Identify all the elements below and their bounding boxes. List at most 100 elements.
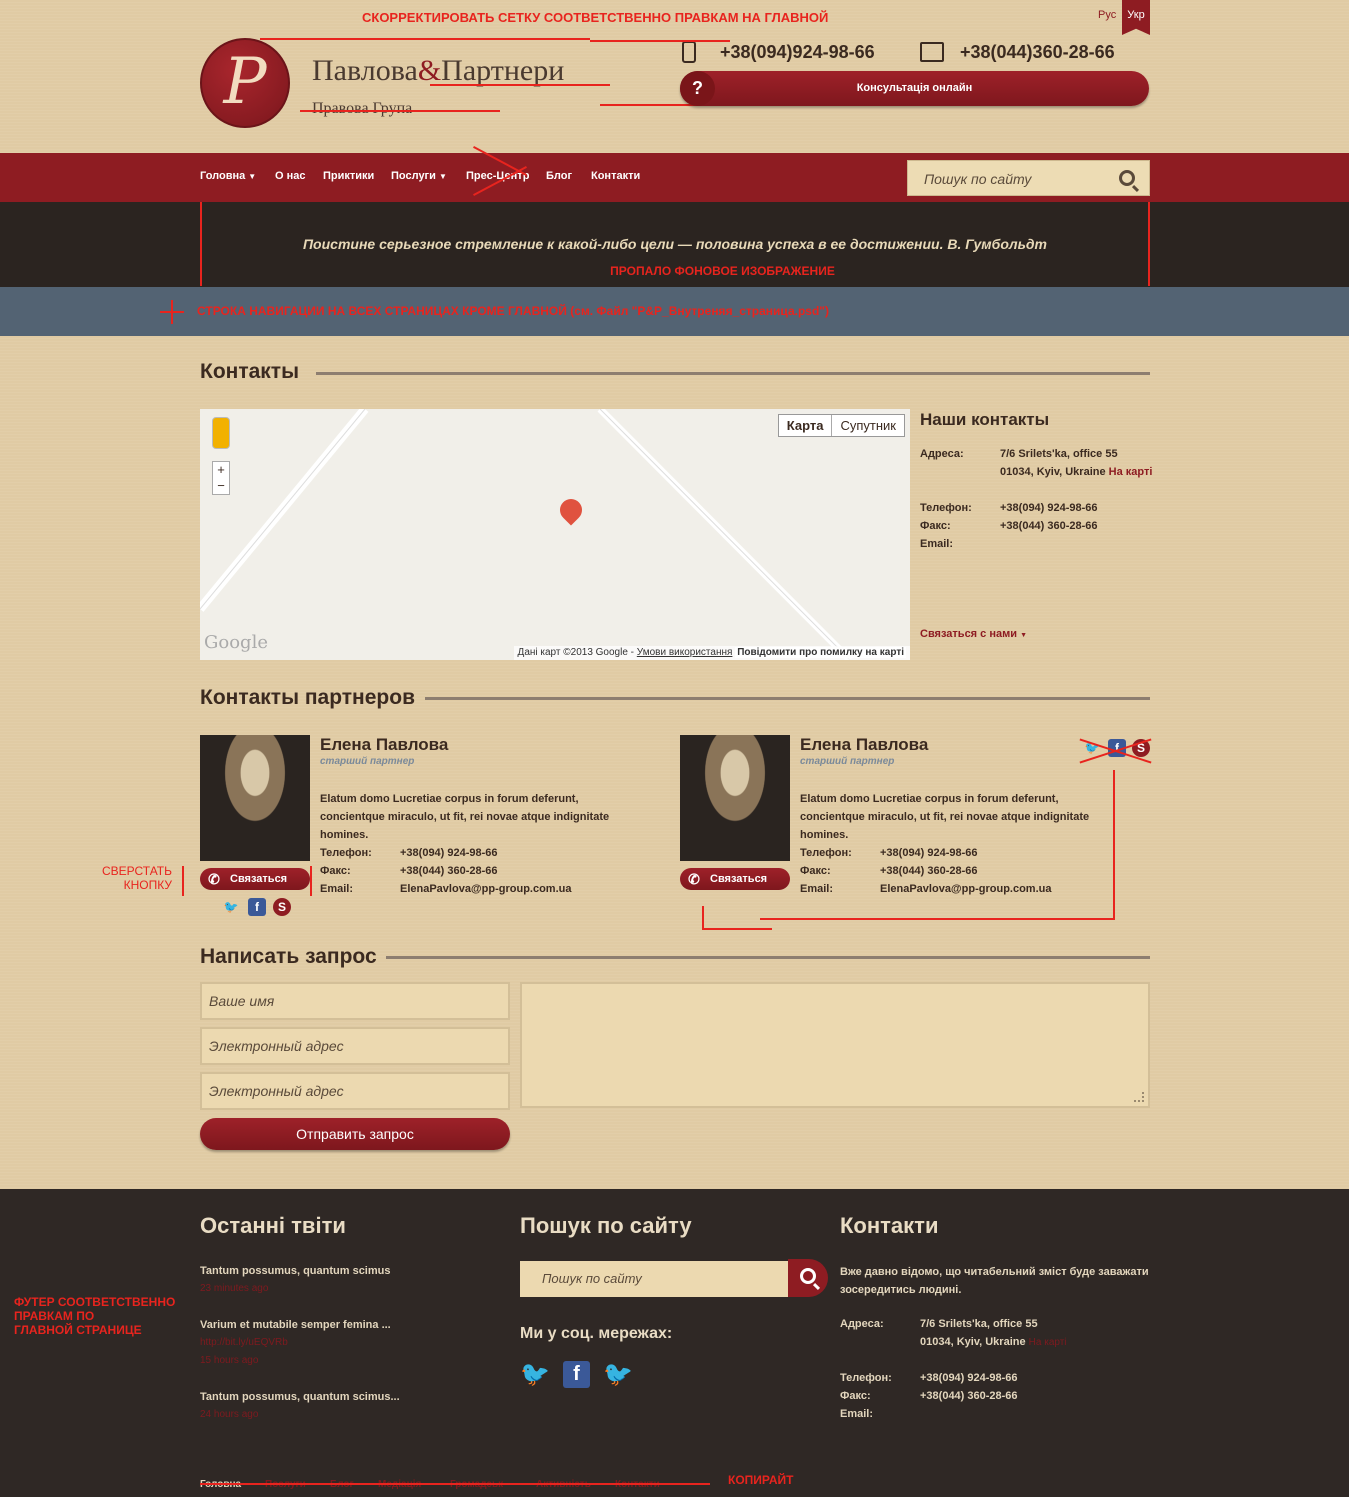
annotation-line: [300, 110, 500, 112]
caret-down-icon: ▼: [1020, 632, 1027, 639]
map-terms-link[interactable]: Умови використання: [637, 647, 733, 658]
brand-name-right: Партнери: [441, 54, 565, 87]
name-input[interactable]: Ваше имя: [200, 982, 510, 1020]
facebook-icon[interactable]: f: [563, 1361, 590, 1388]
footer-contacts-title: Контакти: [840, 1213, 939, 1238]
nav-contacts[interactable]: Контакти: [591, 170, 640, 182]
nav-services[interactable]: Послуги ▼: [391, 170, 447, 182]
footer-search-input[interactable]: Пошук по сайту: [520, 1261, 790, 1297]
email2-input[interactable]: Электронный адрес: [200, 1072, 510, 1110]
address-line2-text: 01034, Kyiv, Ukraine: [1000, 466, 1106, 478]
map-tab-satellite[interactable]: Супутник: [832, 415, 904, 436]
partner-phone-label: Телефон:: [320, 847, 372, 859]
annotation-copyright: КОПИРАЙТ: [728, 1473, 794, 1487]
footer-fax-value: +38(044) 360-28-66: [920, 1390, 1018, 1402]
partner-phone: +38(094) 924-98-66: [880, 847, 978, 859]
annotation-build-button: СВЕРСТАТЬ КНОПКУ: [101, 864, 172, 892]
partner-fax: +38(044) 360-28-66: [400, 865, 498, 877]
zoom-control[interactable]: + −: [212, 461, 230, 495]
map-footer: Дані карт ©2013 Google - Умови використа…: [513, 646, 910, 660]
partner-description: Elatum domo Lucretiae corpus in forum de…: [800, 793, 1090, 841]
map-type-switch[interactable]: Карта Супутник: [777, 414, 905, 437]
map-report-link[interactable]: Повідомити про помилку на карті: [735, 647, 906, 658]
annotation-box: [182, 866, 312, 896]
nav-blog[interactable]: Блог: [546, 170, 572, 182]
tweet-text[interactable]: Tantum possumus, quantum scimus: [200, 1265, 391, 1277]
header-phone-office[interactable]: +38(044)360-28-66: [960, 42, 1115, 63]
tweet-text[interactable]: Tantum possumus, quantum scimus...: [200, 1391, 400, 1403]
annotation-box: [702, 906, 772, 930]
search-icon[interactable]: [1119, 170, 1135, 186]
annotation-line: [590, 40, 730, 42]
partner-role: старший партнер: [800, 756, 895, 767]
lang-ukr-link[interactable]: Укр: [1122, 0, 1150, 35]
map-tab-map[interactable]: Карта: [779, 415, 833, 436]
tweet-link[interactable]: http://bit.ly/uEQVRb: [200, 1337, 288, 1348]
footer-search-placeholder: Пошук по сайту: [542, 1271, 642, 1286]
annotation-arrow: [760, 918, 1115, 920]
on-map-link[interactable]: На карті: [1109, 466, 1153, 478]
fax-icon: [920, 42, 944, 62]
fax-value: +38(044) 360-28-66: [1000, 520, 1098, 532]
partner-email[interactable]: ElenaPavlova@pp-group.com.ua: [400, 883, 571, 895]
map-roads: [200, 409, 853, 660]
partner-description: Elatum domo Lucretiae corpus in forum de…: [320, 793, 610, 841]
lang-rus-link[interactable]: Рус: [1098, 9, 1116, 21]
search-icon: [800, 1268, 816, 1284]
footer-search-button[interactable]: [788, 1259, 828, 1297]
annotation-plus: [171, 300, 173, 324]
social-bird-icon[interactable]: 🐦: [520, 1360, 552, 1388]
section-divider: [425, 697, 1150, 700]
twitter-icon[interactable]: 🐦: [222, 898, 240, 916]
footer-address-line1: 7/6 Srilets'ka, office 55: [920, 1318, 1038, 1330]
nav-home[interactable]: Головна ▼: [200, 170, 256, 182]
pegman-icon[interactable]: [212, 417, 230, 449]
caret-down-icon: ▼: [438, 172, 447, 181]
section-divider: [316, 372, 1150, 375]
annotation-line: [430, 84, 610, 86]
contact-us-link[interactable]: Связаться с нами ▼: [920, 628, 1027, 640]
tweet-text[interactable]: Varium et mutabile semper femina ...: [200, 1319, 391, 1331]
header-search-input[interactable]: Пошук по сайту: [907, 160, 1150, 196]
caret-down-icon: ▼: [248, 172, 257, 181]
nav-services-label: Послуги: [391, 170, 436, 182]
footer-on-map-link[interactable]: На карті: [1029, 1337, 1067, 1348]
nav-about[interactable]: О нас: [275, 170, 306, 182]
message-textarea[interactable]: [520, 982, 1150, 1108]
footer-social-title: Ми у соц. мережах:: [520, 1325, 673, 1342]
consultation-online-button[interactable]: ? Консультація онлайн: [680, 71, 1149, 106]
partner-role: старший партнер: [320, 756, 415, 767]
email2-placeholder: Электронный адрес: [209, 1083, 344, 1099]
fax-label: Факс:: [920, 520, 951, 532]
section-title-request: Написать запрос: [200, 945, 377, 968]
our-contacts-title: Наши контакты: [920, 410, 1050, 429]
address-line2: 01034, Kyiv, Ukraine На карті: [1000, 466, 1152, 478]
header-phone-mobile[interactable]: +38(094)924-98-66: [720, 42, 875, 63]
section-divider: [386, 956, 1150, 959]
partner-contact-button[interactable]: Связаться: [680, 868, 790, 890]
email-input[interactable]: Электронный адрес: [200, 1027, 510, 1065]
partner-photo: [200, 735, 310, 861]
mobile-phone-icon: [682, 41, 696, 63]
map-data-credit: Дані карт ©2013 Google -: [517, 647, 637, 658]
partner-phone: +38(094) 924-98-66: [400, 847, 498, 859]
facebook-icon[interactable]: f: [248, 898, 266, 916]
submit-request-button[interactable]: Отправить запрос: [200, 1118, 510, 1150]
tweet-time: 24 hours ago: [200, 1409, 259, 1420]
nav-practices[interactable]: Приктики: [323, 170, 374, 182]
logo-emblem[interactable]: P: [200, 38, 290, 128]
footer-search-title: Пошук по сайту: [520, 1213, 692, 1238]
partner-email[interactable]: ElenaPavlova@pp-group.com.ua: [880, 883, 1051, 895]
footer-email-label: Email:: [840, 1408, 874, 1420]
brand-name[interactable]: Павлова&Партнери: [312, 54, 564, 88]
phone-value: +38(094) 924-98-66: [1000, 502, 1098, 514]
twitter-icon[interactable]: 🐦: [603, 1360, 635, 1388]
footer-address-label: Адреса:: [840, 1318, 884, 1330]
skype-icon[interactable]: S: [273, 898, 291, 916]
partner-fax-label: Факс:: [800, 865, 831, 877]
resize-handle-icon[interactable]: [1134, 1092, 1144, 1102]
address-label: Адреса:: [920, 448, 964, 460]
tweet-time: 15 hours ago: [200, 1355, 259, 1366]
google-map[interactable]: + − Карта Супутник Google Дані карт ©2013 …: [200, 409, 910, 660]
partner-name: Елена Павлова: [320, 735, 449, 754]
